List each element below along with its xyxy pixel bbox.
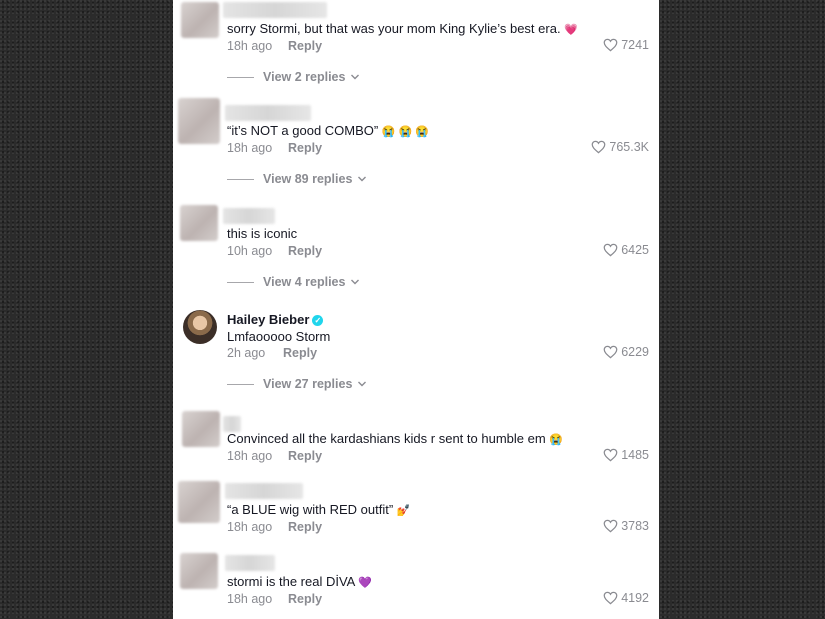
view-replies-label: View 27 replies [263,377,353,391]
avatar[interactable] [178,481,220,523]
view-replies-button[interactable]: View 27 replies [227,377,367,391]
reply-button[interactable]: Reply [288,141,322,155]
chevron-down-icon [351,74,360,80]
like-button[interactable]: 1485 [603,448,649,462]
like-button[interactable]: 4192 [603,591,649,605]
view-replies-label: View 4 replies [263,275,346,289]
view-replies-label: View 2 replies [263,70,346,84]
like-button[interactable]: 3783 [603,519,649,533]
reply-button[interactable]: Reply [288,244,322,258]
like-button[interactable]: 7241 [603,38,649,52]
like-button[interactable]: 6229 [603,345,649,359]
comment-time: 18h ago [227,520,273,534]
divider [227,76,254,78]
heart-outline-icon [603,448,618,462]
like-count: 1485 [621,448,649,462]
comment-text: stormi is the real DİVA 💜 [227,574,372,589]
comment-time: 18h ago [227,592,273,606]
comment-text: “a BLUE wig with RED outfit” 💅 [227,502,411,517]
reply-button[interactable]: Reply [288,449,322,463]
like-button[interactable]: 6425 [603,243,649,257]
username-blurred[interactable] [223,2,327,18]
comment-text: sorry Stormi, but that was your mom King… [227,21,578,36]
verified-badge-icon: ✓ [312,315,324,326]
divider [227,281,254,283]
comment-time: 18h ago [227,449,273,463]
divider [227,383,254,385]
heart-outline-icon [603,591,618,605]
comment-text: Convinced all the kardashians kids r sen… [227,431,563,446]
view-replies-label: View 89 replies [263,172,353,186]
comment-text: this is iconic [227,226,298,241]
reply-button[interactable]: Reply [288,592,322,606]
heart-outline-icon [603,519,618,533]
like-count: 765.3K [609,140,649,154]
comment-time: 18h ago [227,141,273,155]
reply-button[interactable]: Reply [288,520,322,534]
view-replies-button[interactable]: View 89 replies [227,172,367,186]
comment-text: “it’s NOT a good COMBO” 😭 😭 😭 [227,123,430,138]
avatar[interactable] [180,553,218,589]
heart-outline-icon [591,140,606,154]
view-replies-button[interactable]: View 2 replies [227,70,360,84]
view-replies-button[interactable]: View 4 replies [227,275,360,289]
heart-outline-icon [603,38,618,52]
like-count: 3783 [621,519,649,533]
like-count: 6425 [621,243,649,257]
like-button[interactable]: 765.3K [591,140,649,154]
like-count: 6229 [621,345,649,359]
like-count: 7241 [621,38,649,52]
avatar[interactable] [180,205,218,241]
avatar[interactable] [182,411,220,447]
comment-time: 2h ago [227,346,266,360]
like-count: 4192 [621,591,649,605]
heart-outline-icon [603,345,618,359]
username-blurred[interactable] [223,416,241,432]
username[interactable]: Hailey Bieber ✓ [227,312,324,327]
avatar[interactable] [183,310,217,344]
username-blurred[interactable] [225,105,311,121]
comment-text: Lmfaooooo Storm [227,329,331,344]
heart-outline-icon [603,243,618,257]
avatar[interactable] [178,98,220,144]
divider [227,178,254,180]
chevron-down-icon [351,279,360,285]
username-blurred[interactable] [223,208,275,224]
comment-time: 18h ago [227,39,273,53]
reply-button[interactable]: Reply [288,39,322,53]
avatar[interactable] [181,2,219,38]
reply-button[interactable]: Reply [283,346,317,360]
chevron-down-icon [358,176,367,182]
chevron-down-icon [358,381,367,387]
comments-panel: sorry Stormi, but that was your mom King… [173,0,659,619]
username-blurred[interactable] [225,483,303,499]
comment-time: 10h ago [227,244,273,258]
username-blurred[interactable] [225,555,275,571]
